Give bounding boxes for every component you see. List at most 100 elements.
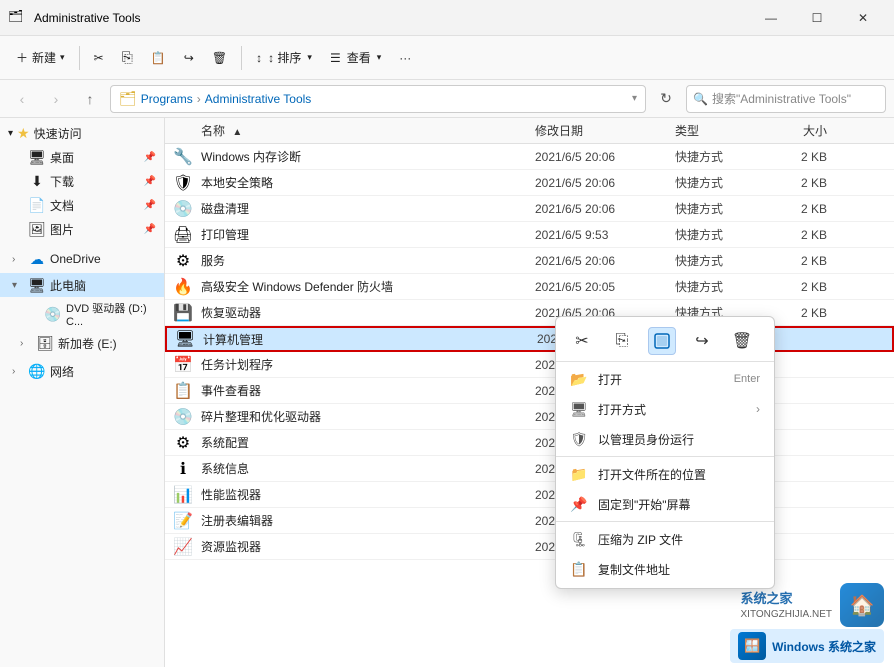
view-icon: ☰ [330, 51, 341, 65]
file-type: 快捷方式 [675, 278, 775, 295]
sidebar-item-newvol[interactable]: › 🗄 新加卷 (E:) [0, 331, 164, 355]
table-row[interactable]: 💾 恢复驱动器 2021/6/5 20:06 快捷方式 2 KB [165, 300, 894, 326]
sidebar-item-desktop[interactable]: 🖥 桌面 📌 [0, 145, 164, 169]
minimize-button[interactable]: — [748, 0, 794, 36]
path-admin-tools[interactable]: Administrative Tools [205, 92, 312, 106]
file-name: 事件查看器 [201, 382, 535, 399]
ctx-openlocation[interactable]: 📁 打开文件所在的位置 [556, 459, 774, 489]
table-row[interactable]: 🔥 高级安全 Windows Defender 防火墙 2021/6/5 20:… [165, 274, 894, 300]
col-date-header[interactable]: 修改日期 [535, 122, 675, 139]
view-button[interactable]: ☰ 查看 ▾ [322, 45, 389, 70]
window-controls: — ☐ ✕ [748, 0, 886, 36]
network-icon: 🌐 [28, 362, 46, 380]
file-name: 磁盘清理 [201, 200, 535, 217]
refresh-button[interactable]: ↻ [652, 85, 680, 113]
forward-button[interactable]: › [42, 85, 70, 113]
file-icon: 💿 [165, 199, 201, 219]
table-row[interactable]: 🖨 打印管理 2021/6/5 9:53 快捷方式 2 KB [165, 222, 894, 248]
search-icon: 🔍 [693, 92, 708, 106]
more-button[interactable]: ··· [391, 47, 419, 69]
table-row[interactable]: 📋 事件查看器 2021/6/5 20:06 快捷方式 [165, 378, 894, 404]
path-programs[interactable]: Programs [141, 92, 193, 106]
ctx-runas[interactable]: 🛡 以管理员身份运行 [556, 424, 774, 454]
sidebar-item-thispc[interactable]: ▾ 🖥 此电脑 [0, 273, 164, 297]
downloads-icon: ⬇ [28, 172, 46, 190]
share-button[interactable]: ↪ [176, 47, 202, 69]
cut-button[interactable]: ✂ [86, 47, 112, 69]
ctx-openwith-icon: 🖥 [570, 400, 588, 418]
file-name: 恢复驱动器 [201, 304, 535, 321]
pin-icon-doc: 📌 [144, 200, 156, 211]
back-button[interactable]: ‹ [8, 85, 36, 113]
file-rows-container: 🔧 Windows 内存诊断 2021/6/5 20:06 快捷方式 2 KB … [165, 144, 894, 560]
sidebar-item-dvd[interactable]: 💿 DVD 驱动器 (D:) C... [0, 297, 164, 331]
table-row[interactable]: 🔧 Windows 内存诊断 2021/6/5 20:06 快捷方式 2 KB [165, 144, 894, 170]
file-icon: ⚙ [165, 433, 201, 453]
quick-access-section[interactable]: ▾ ★ 快速访问 [0, 122, 164, 145]
file-name: 碎片整理和优化驱动器 [201, 408, 535, 425]
file-icon: 🖨 [165, 225, 201, 245]
maximize-button[interactable]: ☐ [794, 0, 840, 36]
ctx-delete-button[interactable]: 🗑 [728, 327, 756, 355]
table-row[interactable]: 📅 任务计划程序 2021/6/5 20:05 快捷方式 [165, 352, 894, 378]
file-type: 快捷方式 [675, 226, 775, 243]
file-icon: 📝 [165, 511, 201, 531]
toolbar-divider-2 [241, 46, 242, 70]
table-row[interactable]: 💿 磁盘清理 2021/6/5 20:06 快捷方式 2 KB [165, 196, 894, 222]
new-button[interactable]: ＋ 新建 ▾ [8, 45, 73, 70]
col-size-header[interactable]: 大小 [775, 122, 835, 139]
table-row[interactable]: 📊 性能监视器 2021/6/5 20:06 快捷方式 [165, 482, 894, 508]
sidebar-item-network[interactable]: › 🌐 网络 [0, 359, 164, 383]
file-name: 高级安全 Windows Defender 防火墙 [201, 278, 535, 295]
sidebar-item-pictures[interactable]: 🖼 图片 📌 [0, 217, 164, 241]
file-type: 快捷方式 [675, 200, 775, 217]
ctx-cut-button[interactable]: ✂ [568, 327, 596, 355]
ctx-open[interactable]: 📂 打开 Enter [556, 364, 774, 394]
ctx-share-button[interactable]: ↪ [688, 327, 716, 355]
paste-button[interactable]: 📋 [143, 47, 174, 69]
file-name: 系统信息 [201, 460, 535, 477]
up-button[interactable]: ↑ [76, 85, 104, 113]
delete-button[interactable]: 🗑 [204, 47, 235, 69]
file-name: 服务 [201, 252, 535, 269]
delete-icon: 🗑 [212, 51, 227, 65]
address-path[interactable]: 🗂 Programs › Administrative Tools ▾ [110, 85, 646, 113]
table-row[interactable]: ⚙ 系统配置 2021/6/5 20:06 快捷方式 [165, 430, 894, 456]
ctx-copy-button[interactable]: ⎘ [608, 327, 636, 355]
ctx-openwith[interactable]: 🖥 打开方式 › [556, 394, 774, 424]
file-name: 打印管理 [201, 226, 535, 243]
table-row[interactable]: ℹ 系统信息 2021/6/5 20:06 快捷方式 [165, 456, 894, 482]
ctx-zipfile[interactable]: 🗜 压缩为 ZIP 文件 [556, 524, 774, 554]
ctx-open-icon: 📂 [570, 370, 588, 388]
ctx-rename-button[interactable] [648, 327, 676, 355]
sidebar-item-downloads[interactable]: ⬇ 下载 📌 [0, 169, 164, 193]
file-type: 快捷方式 [675, 174, 775, 191]
main-content: ▾ ★ 快速访问 🖥 桌面 📌 ⬇ 下载 📌 📄 文档 📌 🖼 图片 📌 [0, 118, 894, 667]
col-name-header[interactable]: 名称 ▲ [165, 122, 535, 139]
col-type-header[interactable]: 类型 [675, 122, 775, 139]
table-row[interactable]: 🖥 计算机管理 2022/7/22 10:53 快捷方式 [165, 326, 894, 352]
sort-button[interactable]: ↕ ↕ 排序 ▾ [248, 45, 320, 70]
dvd-icon: 💿 [44, 305, 62, 323]
path-dropdown-arrow[interactable]: ▾ [632, 93, 637, 104]
copy-button[interactable]: ⎘ [114, 45, 141, 70]
quick-access-arrow: ▾ [8, 128, 13, 139]
close-button[interactable]: ✕ [840, 0, 886, 36]
quick-access-label: 快速访问 [34, 125, 82, 142]
table-row[interactable]: 💿 碎片整理和优化驱动器 2021/6/5 20:06 快捷方式 [165, 404, 894, 430]
table-row[interactable]: ⚙ 服务 2021/6/5 20:06 快捷方式 2 KB [165, 248, 894, 274]
sidebar-item-onedrive[interactable]: › ☁ OneDrive [0, 247, 164, 271]
table-row[interactable]: 📈 资源监视器 2021/6/5 20:06 快捷方式 [165, 534, 894, 560]
sidebar-item-documents[interactable]: 📄 文档 📌 [0, 193, 164, 217]
ctx-copypath[interactable]: 📋 复制文件地址 [556, 554, 774, 584]
ctx-zipfile-icon: 🗜 [570, 530, 588, 548]
file-icon: 📈 [165, 537, 201, 557]
file-icon: 🔥 [165, 277, 201, 297]
pin-icon-pic: 📌 [144, 224, 156, 235]
ctx-pintostart[interactable]: 📌 固定到"开始"屏幕 [556, 489, 774, 519]
search-box[interactable]: 🔍 搜索"Administrative Tools" [686, 85, 886, 113]
table-row[interactable]: 📝 注册表编辑器 2021/6/5 20:06 快捷方式 [165, 508, 894, 534]
table-row[interactable]: 🛡 本地安全策略 2021/6/5 20:06 快捷方式 2 KB [165, 170, 894, 196]
sidebar: ▾ ★ 快速访问 🖥 桌面 📌 ⬇ 下载 📌 📄 文档 📌 🖼 图片 📌 [0, 118, 165, 667]
file-name: 性能监视器 [201, 486, 535, 503]
